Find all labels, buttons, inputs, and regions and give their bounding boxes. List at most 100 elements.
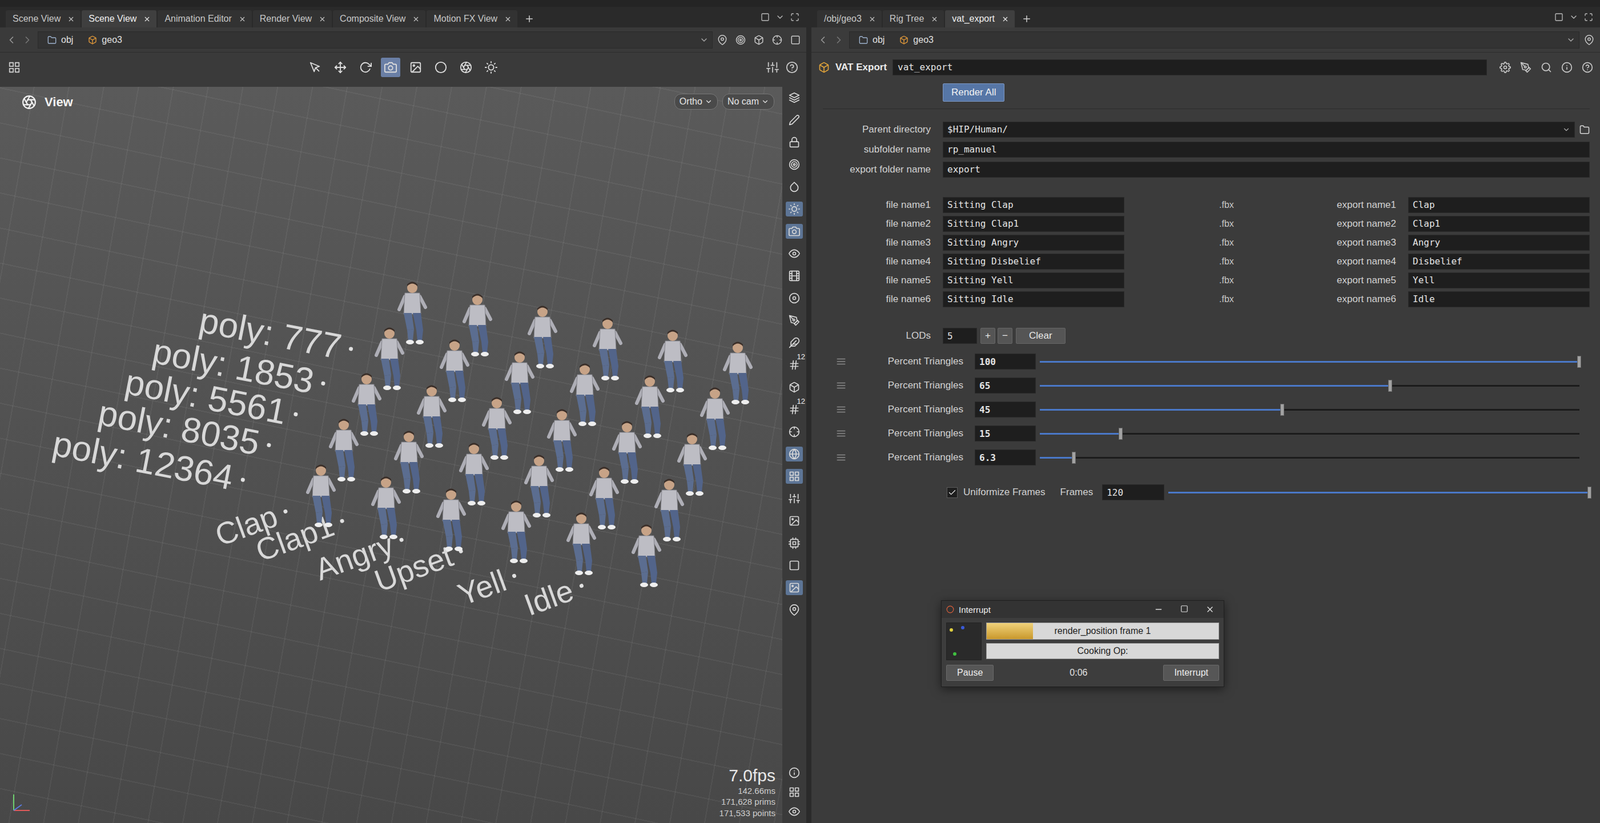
chevron-down-icon[interactable] [1566,35,1576,45]
frames-slider[interactable] [1168,485,1590,500]
add-lod-button[interactable]: + [980,327,996,344]
drag-handle[interactable] [835,452,847,463]
display-toggle[interactable] [785,246,803,261]
chevron-down-icon[interactable] [699,35,709,45]
text-field[interactable]: rp_manuel [942,141,1590,158]
percent-field[interactable]: 15 [974,425,1036,442]
path-field[interactable]: objgeo3 [37,31,713,49]
path-crumb[interactable]: geo3 [893,34,940,46]
display-options-icon[interactable] [766,61,779,74]
drag-handle[interactable] [835,404,847,415]
lods-count-field[interactable]: 5 [942,327,978,344]
gear-icon[interactable] [1499,61,1511,74]
export-name-field[interactable]: Disbelief [1408,253,1590,270]
close-icon[interactable] [1205,604,1215,614]
file-name-field[interactable]: Sitting Angry [942,234,1125,251]
close-icon[interactable] [504,15,512,23]
maximize-icon[interactable] [1584,12,1594,22]
tab[interactable]: Rig Tree [882,10,944,28]
close-icon[interactable] [318,15,327,23]
minimize-icon[interactable] [1154,604,1164,614]
chevron-down-icon[interactable] [1569,12,1579,22]
back-icon[interactable] [817,34,829,46]
display-toggle[interactable] [785,290,803,306]
path-field[interactable]: objgeo3 [849,31,1580,49]
slider-thumb[interactable] [1071,451,1076,464]
display-toggle[interactable] [785,491,803,506]
pause-button[interactable]: Pause [946,664,994,681]
drag-handle[interactable] [835,380,847,391]
close-icon[interactable] [1001,15,1009,23]
display-toggle[interactable] [785,268,803,284]
tab[interactable]: Render View [252,10,332,28]
camera-dropdown[interactable]: No cam [722,93,775,110]
pane-layout-icon[interactable] [760,12,770,22]
tab[interactable]: Scene View [5,10,81,28]
node-name-field[interactable]: vat_export [892,59,1487,76]
tab[interactable]: /obj/geo3 [817,10,882,28]
slider-thumb[interactable] [1388,379,1393,392]
tab[interactable]: Composite View [332,10,426,28]
export-name-field[interactable]: Yell [1408,272,1590,289]
slider-thumb[interactable] [1280,403,1285,416]
view-tool-button[interactable] [305,57,325,78]
tab[interactable]: Animation Editor [157,10,252,28]
display-toggle[interactable] [785,312,803,328]
close-icon[interactable] [67,15,75,23]
target-icon[interactable] [735,34,746,46]
info-icon[interactable] [788,766,800,779]
slider-thumb[interactable] [1587,486,1592,499]
frames-field[interactable]: 120 [1102,484,1165,501]
file-chooser-icon[interactable] [1579,124,1590,135]
info-icon[interactable] [1561,61,1573,74]
help-icon[interactable] [1581,61,1594,74]
file-name-field[interactable]: Sitting Clap [942,197,1125,213]
viewport[interactable]: ViewOrthoNo campoly: 777poly: 1853poly: … [0,86,783,823]
view-tool-button[interactable] [456,57,476,78]
close-icon[interactable] [868,15,876,23]
help-icon[interactable] [785,61,799,74]
add-tab-button[interactable] [1015,10,1038,28]
view-tool-button[interactable] [330,57,351,78]
display-toggle[interactable] [785,157,803,172]
slider-thumb[interactable] [1577,355,1582,368]
file-name-field[interactable]: Sitting Disbelief [942,253,1125,270]
display-toggle[interactable] [785,446,803,462]
chevron-down-icon[interactable] [775,12,785,22]
display-toggle[interactable] [785,557,803,573]
close-icon[interactable] [930,15,939,23]
percent-field[interactable]: 100 [974,353,1036,370]
display-toggle[interactable]: 12 [785,401,803,417]
forward-icon[interactable] [833,34,845,46]
remove-lod-button[interactable]: − [997,327,1013,344]
file-name-field[interactable]: Sitting Clap1 [942,215,1125,232]
render-all-button[interactable]: Render All [942,83,1005,102]
close-icon[interactable] [143,15,151,23]
percent-slider[interactable] [1039,378,1580,393]
view-tool-button[interactable] [481,57,501,78]
percent-field[interactable]: 65 [974,377,1036,394]
display-toggle[interactable] [785,335,803,351]
snap-icon[interactable] [772,34,783,46]
tab[interactable]: vat_export [945,10,1015,28]
pin-icon[interactable] [1584,34,1595,46]
view-tool-button[interactable] [380,57,401,78]
file-name-field[interactable]: Sitting Idle [942,291,1125,308]
grid-icon[interactable] [7,61,21,74]
file-name-field[interactable]: Sitting Yell [942,272,1125,289]
drag-handle[interactable] [835,356,847,367]
view-tool-button[interactable] [431,57,451,78]
forward-icon[interactable] [21,34,34,46]
display-toggle[interactable] [785,602,803,618]
display-toggle[interactable] [785,513,803,529]
tab[interactable]: Motion FX View [426,10,518,28]
display-toggle[interactable] [785,201,803,217]
path-crumb[interactable]: obj [853,34,891,46]
display-toggle[interactable] [785,134,803,150]
percent-slider[interactable] [1039,450,1580,465]
display-toggle[interactable] [785,179,803,195]
eye-icon[interactable] [788,805,800,818]
percent-field[interactable]: 45 [974,401,1036,418]
display-toggle[interactable] [785,424,803,440]
export-name-field[interactable]: Idle [1408,291,1590,308]
